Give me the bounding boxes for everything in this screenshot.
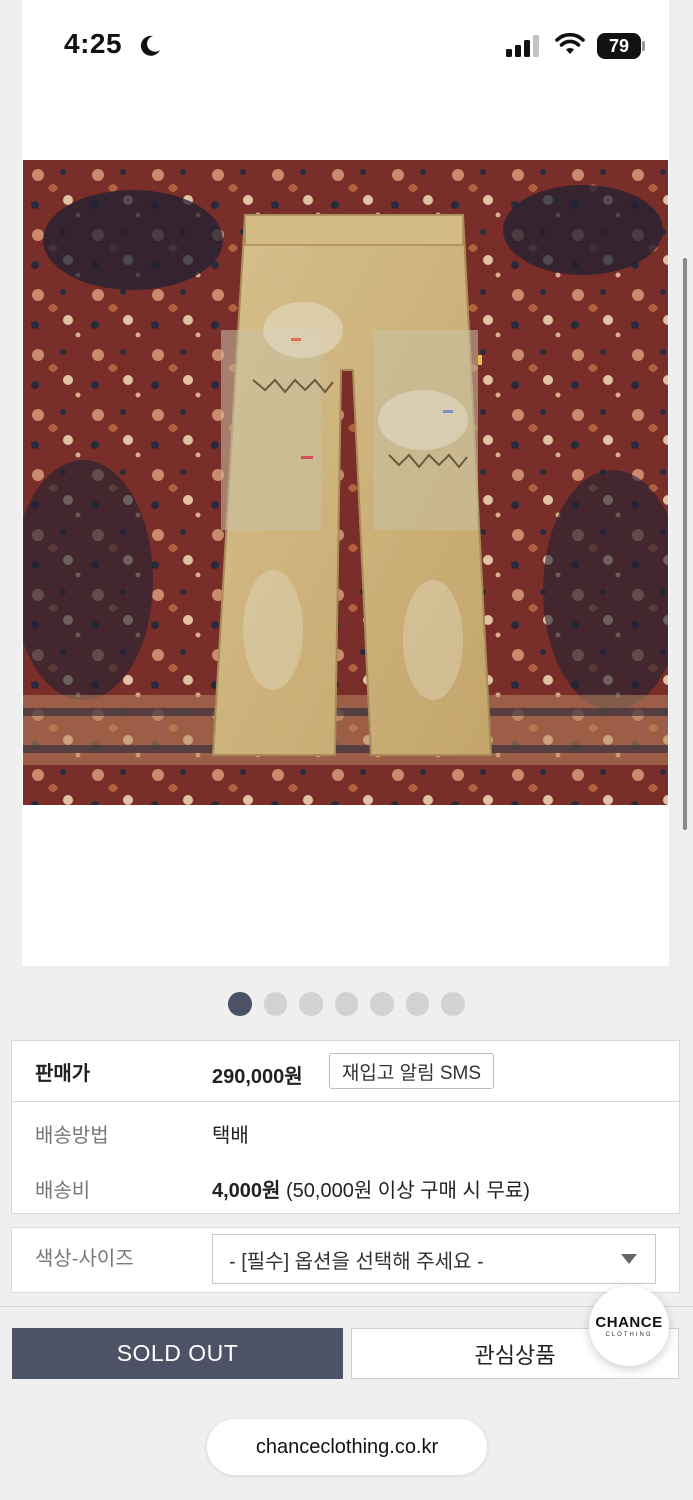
shipping-info: 배송방법 택배 배송비 4,000원 (50,000원 이상 구매 시 무료) [11,1101,680,1214]
brand-logo-sub: CLOTHING [605,1332,653,1338]
product-photo-illustration [23,160,668,805]
price-value: 290,000원 [212,1066,303,1088]
battery-tip [642,41,645,51]
option-label: 색상-사이즈 [35,1248,134,1270]
brand-logo-badge[interactable]: CHANCE CLOTHING [589,1286,669,1366]
carousel-dot-1[interactable] [228,992,252,1016]
carousel-dot-7[interactable] [441,992,465,1016]
battery-level: 79 [597,33,641,59]
shipping-fee-value: 4,000원 [212,1180,281,1202]
carousel-dot-3[interactable] [299,992,323,1016]
wifi-icon [555,32,585,54]
moon-icon [140,35,160,56]
carousel-dot-2[interactable] [263,992,287,1016]
option-select-placeholder: - [필수] 옵션을 선택해 주세요 - [229,1250,484,1273]
status-time: 4:25 [64,28,123,59]
price-row: 판매가 290,000원 재입고 알림 SMS [11,1040,680,1102]
carousel-dot-5[interactable] [370,992,394,1016]
shipping-fee-label: 배송비 [35,1180,91,1202]
product-image[interactable] [23,160,668,805]
cellular-signal-icon [506,35,539,57]
carousel-dots [228,992,465,1016]
shipping-method-value: 택배 [212,1125,249,1147]
option-select[interactable]: - [필수] 옵션을 선택해 주세요 - [212,1234,656,1284]
option-row: 색상-사이즈 - [필수] 옵션을 선택해 주세요 - [11,1227,680,1293]
carousel-dot-4[interactable] [334,992,358,1016]
brand-logo-name: CHANCE [595,1314,663,1331]
carousel-dot-6[interactable] [405,992,429,1016]
price-label: 판매가 [35,1063,91,1085]
battery-icon: 79 [597,33,645,59]
shipping-fee-note: (50,000원 이상 구매 시 무료) [286,1180,530,1202]
restock-sms-button[interactable]: 재입고 알림 SMS [329,1053,494,1089]
dropdown-arrow-icon [621,1254,637,1264]
sold-out-button[interactable]: SOLD OUT [12,1328,343,1379]
shipping-method-label: 배송방법 [35,1125,109,1147]
shipping-fee: 4,000원 (50,000원 이상 구매 시 무료) [212,1174,530,1203]
browser-url-bar[interactable]: chanceclothing.co.kr [207,1419,487,1475]
page-scrollbar[interactable] [683,258,687,830]
